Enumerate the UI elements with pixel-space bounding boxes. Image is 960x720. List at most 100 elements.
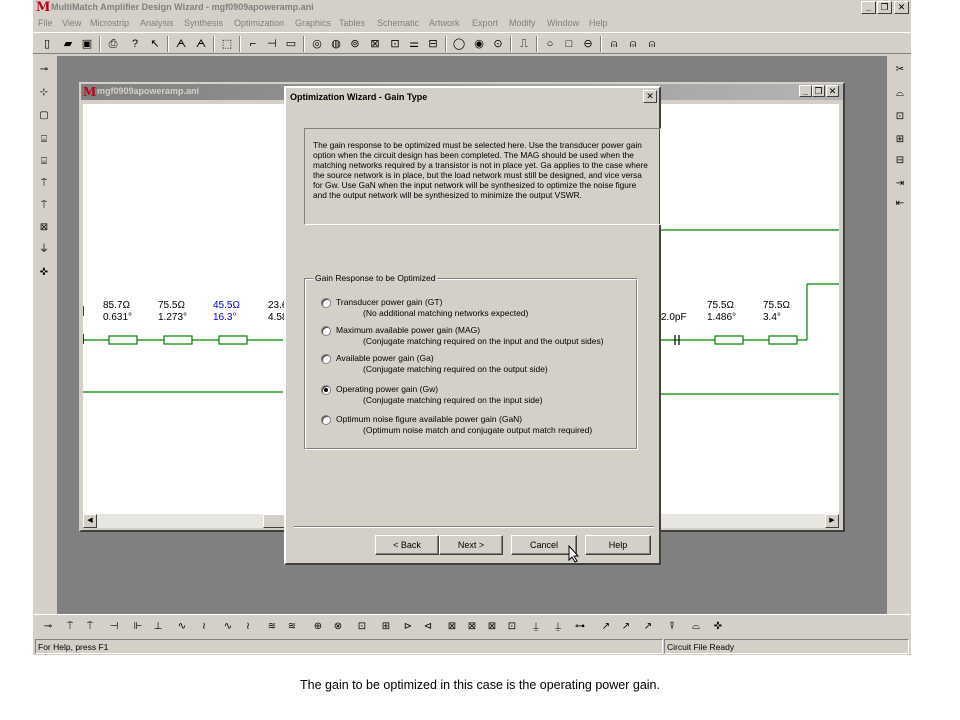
minimize-button[interactable]: _ (861, 1, 876, 14)
resonator-b-icon[interactable]: ⊗ (331, 619, 345, 635)
stub-b-icon[interactable]: ⍊ (551, 619, 565, 635)
amplifier-a-icon[interactable]: ⍝ (606, 37, 622, 51)
circle-plot-icon[interactable]: ⊚ (347, 37, 363, 51)
waveform-icon[interactable]: ⎍ (516, 37, 532, 51)
menu-tables[interactable]: Tables (339, 18, 365, 28)
select-icon[interactable]: ⬚ (219, 37, 235, 51)
wire-icon[interactable]: ⌐ (245, 37, 261, 51)
arrow-b-icon[interactable]: ↗ (619, 619, 633, 635)
port-icon[interactable]: ⊣ (264, 37, 280, 51)
print-icon[interactable]: ⎙ (105, 37, 121, 51)
series-cap-icon[interactable]: ⊣ (107, 619, 121, 635)
output-port-icon[interactable]: ⇤ (892, 196, 908, 212)
series-resistor-icon[interactable]: ⊸ (41, 619, 55, 635)
menu-help[interactable]: Help (589, 18, 608, 28)
diode-b-icon[interactable]: ⊲ (421, 619, 435, 635)
menu-file[interactable]: File (38, 18, 53, 28)
radio-button[interactable] (321, 326, 331, 336)
shunt-inductor-b-icon[interactable]: ≀ (197, 619, 211, 635)
new-file-icon[interactable]: ▯ (39, 37, 55, 51)
bowl-icon[interactable]: ⌓ (892, 86, 908, 102)
tune-a-icon[interactable]: ᗅ (173, 37, 189, 51)
schematic-minimize-button[interactable]: _ (799, 85, 812, 97)
scroll-right-icon[interactable]: ▶ (825, 514, 839, 528)
menu-artwork[interactable]: Artwork (429, 18, 460, 28)
menu-window[interactable]: Window (547, 18, 579, 28)
shunt-cap-icon[interactable]: ⊥ (151, 619, 165, 635)
radio-button-selected[interactable] (321, 385, 331, 395)
component-icon[interactable]: ⊟ (425, 37, 441, 51)
series-line-icon[interactable]: ⊸ (36, 62, 52, 78)
resonator-d-icon[interactable]: ⊞ (379, 619, 393, 635)
polar-icon[interactable]: ◍ (328, 37, 344, 51)
help-button[interactable]: Help (585, 535, 651, 555)
diode-icon[interactable]: ⊳ (401, 619, 415, 635)
dialog-close-button[interactable]: ✕ (643, 90, 657, 103)
arrow-c-icon[interactable]: ↗ (641, 619, 655, 635)
network-icon[interactable]: ⊠ (445, 619, 459, 635)
tuned-circuit-icon[interactable]: ∿ (221, 619, 235, 635)
node-icon[interactable]: ⊡ (892, 109, 908, 125)
stub-icon[interactable]: ⍊ (529, 619, 543, 635)
cross-icon[interactable]: ✜ (711, 619, 725, 635)
resonator-icon[interactable]: ⊕ (311, 619, 325, 635)
back-button[interactable]: < Back (375, 535, 439, 555)
square-icon[interactable]: □ (561, 37, 577, 51)
help-icon[interactable]: ? (127, 37, 143, 51)
arrow-icon[interactable]: ↗ (599, 619, 613, 635)
menu-modify[interactable]: Modify (509, 18, 536, 28)
context-help-icon[interactable]: ↖ (147, 37, 163, 51)
coupler-icon[interactable]: ⊶ (573, 619, 587, 635)
minus-circle-icon[interactable]: ⊖ (580, 37, 596, 51)
menu-schematic[interactable]: Schematic (377, 18, 419, 28)
shunt-resistor-icon[interactable]: ⍑ (63, 619, 77, 635)
network-c-icon[interactable]: ⊠ (485, 619, 499, 635)
menu-optimization[interactable]: Optimization (234, 18, 284, 28)
network-b-icon[interactable]: ⊠ (465, 619, 479, 635)
menu-synthesis[interactable]: Synthesis (184, 18, 223, 28)
radio-button[interactable] (321, 298, 331, 308)
noise-circle-icon[interactable]: ◉ (471, 37, 487, 51)
schematic-restore-button[interactable]: ❐ (812, 85, 825, 97)
radio-button[interactable] (321, 354, 331, 364)
probe-icon[interactable]: ⍒ (665, 619, 679, 635)
transistor-icon[interactable]: ⊠ (36, 220, 52, 236)
radio-button[interactable] (321, 415, 331, 425)
amplifier-b-icon[interactable]: ⍝ (625, 37, 641, 51)
network-d-icon[interactable]: ⊡ (505, 619, 519, 635)
smith-chart-icon[interactable]: ◎ (309, 37, 325, 51)
gain-circle-icon[interactable]: ◯ (451, 37, 467, 51)
equals-icon[interactable]: ⚌ (406, 37, 422, 51)
element-icon[interactable]: ▭ (283, 37, 299, 51)
tuned-circuit-b-icon[interactable]: ≀ (241, 619, 255, 635)
schematic-close-button[interactable]: ✕ (826, 85, 839, 97)
restore-button[interactable]: ❐ (877, 1, 892, 14)
shunt-inductor-icon[interactable]: ⍑ (83, 619, 97, 635)
stability-icon[interactable]: ⊙ (490, 37, 506, 51)
cross-junction-icon[interactable]: ✜ (36, 265, 52, 281)
menu-view[interactable]: View (62, 18, 81, 28)
short-stub-icon[interactable]: ⍑ (36, 198, 52, 214)
bowl-icon[interactable]: ⌓ (689, 619, 703, 635)
menu-microstrip[interactable]: Microstrip (90, 18, 129, 28)
close-button[interactable]: ✕ (894, 1, 909, 14)
menu-export[interactable]: Export (472, 18, 498, 28)
series-inductor-icon[interactable]: ∿ (175, 619, 189, 635)
scroll-left-icon[interactable]: ◀ (83, 514, 97, 528)
transformer-icon[interactable]: ≋ (265, 619, 279, 635)
amplifier-c-icon[interactable]: ⍝ (644, 37, 660, 51)
menu-analysis[interactable]: Analysis (140, 18, 174, 28)
resonator-c-icon[interactable]: ⊡ (355, 619, 369, 635)
add-icon[interactable]: ⊞ (892, 132, 908, 148)
transformer-b-icon[interactable]: ≋ (285, 619, 299, 635)
menu-graphics[interactable]: Graphics (295, 18, 331, 28)
circle-icon[interactable]: ○ (542, 37, 558, 51)
remove-icon[interactable]: ⊟ (892, 153, 908, 169)
input-port-icon[interactable]: ⇥ (892, 176, 908, 192)
coupled-line-icon[interactable]: ⌸ (36, 132, 52, 148)
block-icon[interactable]: ▢ (36, 108, 52, 124)
shunt-line-icon[interactable]: ⊹ (36, 85, 52, 101)
series-cap-b-icon[interactable]: ⊩ (131, 619, 145, 635)
open-stub-icon[interactable]: ⍑ (36, 176, 52, 192)
coupled-line-b-icon[interactable]: ⌸ (36, 154, 52, 170)
